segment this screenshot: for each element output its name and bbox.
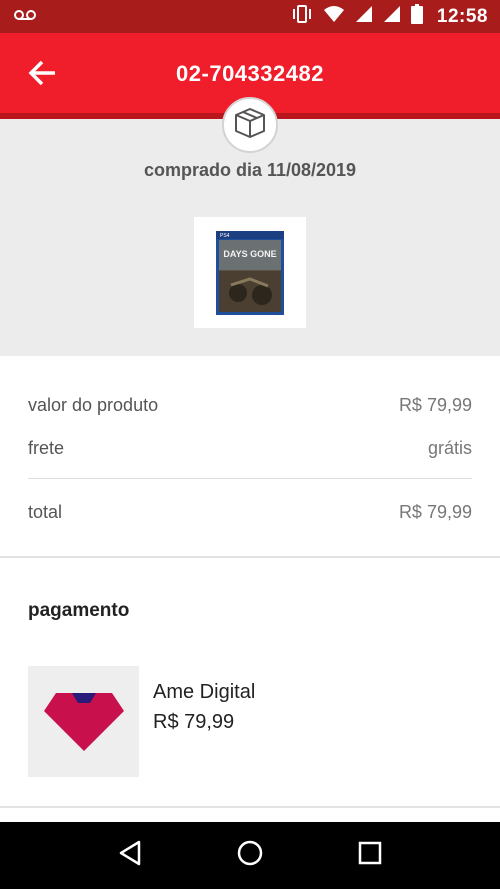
purchase-date: comprado dia 11/08/2019 (143, 160, 357, 180)
product-platform-label: PS4 (220, 233, 230, 239)
product-thumbnail[interactable]: PS4 DAYS GONE (194, 217, 306, 328)
nav-recents-button[interactable] (345, 831, 395, 881)
wifi-icon (323, 5, 345, 28)
recents-square-icon (357, 840, 383, 871)
status-bar: 12:58 (0, 0, 500, 33)
shipping-row: frete grátis (28, 438, 472, 459)
battery-icon (410, 4, 423, 29)
product-title-label: DAYS GONE (223, 249, 276, 259)
product-value-amount: R$ 79,99 (398, 395, 472, 415)
product-value-row: valor do produto R$ 79,99 (28, 395, 472, 416)
box-icon (233, 106, 267, 145)
back-triangle-icon (117, 839, 143, 872)
payment-amount: R$ 79,99 (153, 711, 235, 733)
product-cover-image: PS4 DAYS GONE (216, 230, 284, 315)
signal-icon (383, 5, 401, 28)
total-label: total (28, 502, 63, 522)
payment-method-name: Ame Digital (153, 681, 256, 703)
section-divider (0, 806, 500, 808)
signal-icon (355, 5, 373, 28)
shipping-amount: grátis (427, 438, 472, 458)
product-value-label: valor do produto (28, 395, 159, 415)
status-time: 12:58 (436, 5, 488, 27)
nav-back-button[interactable] (105, 831, 155, 881)
system-nav-bar (0, 822, 500, 889)
ame-logo-icon (43, 692, 124, 751)
vibrate-icon (291, 4, 313, 29)
nav-home-button[interactable] (225, 831, 275, 881)
ame-digital-logo (28, 666, 139, 777)
home-circle-icon (236, 839, 264, 872)
total-row: total R$ 79,99 (28, 502, 472, 523)
divider (28, 478, 472, 479)
voicemail-icon (14, 8, 36, 26)
shipping-label: frete (28, 438, 65, 458)
payment-section-title: pagamento (28, 600, 130, 621)
order-status-badge (222, 97, 278, 153)
section-divider (0, 556, 500, 558)
order-number-title: 02-704332482 (176, 61, 324, 86)
total-amount: R$ 79,99 (398, 502, 472, 522)
